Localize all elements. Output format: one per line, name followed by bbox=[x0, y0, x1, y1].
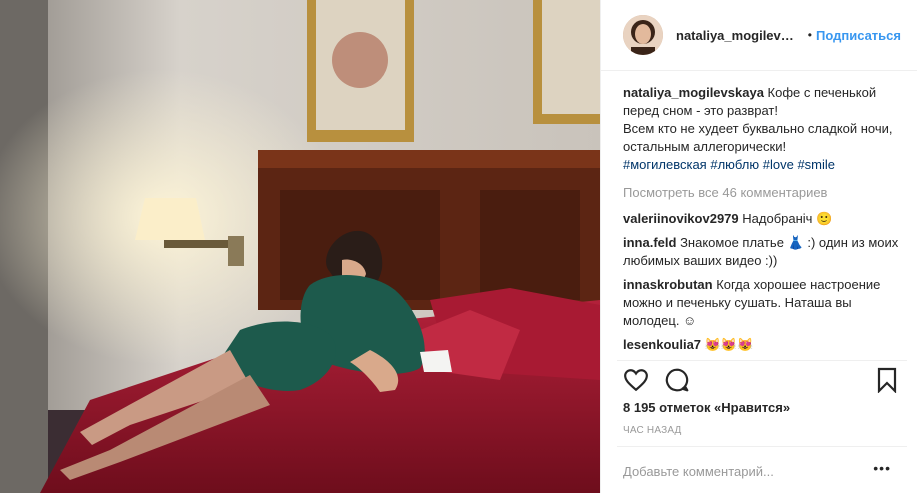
view-all-comments-link[interactable]: Посмотреть все 46 комментариев bbox=[623, 184, 903, 202]
comment-icon[interactable] bbox=[664, 367, 690, 393]
avatar-image bbox=[623, 15, 663, 55]
more-icon[interactable]: ••• bbox=[873, 460, 891, 476]
comment: lesenkoulia7 😻😻😻 bbox=[623, 336, 903, 354]
comment: valeriinovikov2979 Надобранiч 🙂 bbox=[623, 210, 903, 228]
comment: innaskrobutan Когда хорошее настроение м… bbox=[623, 276, 903, 330]
post-username[interactable]: nataliya_mogilevsk... bbox=[676, 28, 798, 43]
likes-count[interactable]: 8 195 отметок «Нравится» bbox=[623, 400, 790, 415]
caption-hashtags: #могилевская #люблю #love #smile bbox=[623, 156, 903, 174]
hashtag-link[interactable]: #люблю bbox=[710, 157, 759, 172]
heart-icon[interactable] bbox=[623, 367, 649, 393]
comments-section: nataliya_mogilevskaya Кофе с печенькой п… bbox=[623, 84, 903, 360]
post-sidebar: nataliya_mogilevsk... • Подписаться nata… bbox=[600, 0, 917, 493]
hashtag-link[interactable]: #love bbox=[763, 157, 794, 172]
comment-input[interactable]: Добавьте комментарий... bbox=[623, 464, 774, 479]
hashtag-link[interactable]: #smile bbox=[797, 157, 835, 172]
add-comment-bar: Добавьте комментарий... ••• bbox=[617, 446, 907, 494]
comment-text: 😻😻😻 bbox=[704, 337, 754, 352]
post-photo[interactable] bbox=[0, 0, 600, 493]
follow-button[interactable]: Подписаться bbox=[816, 28, 901, 43]
comment-username[interactable]: lesenkoulia7 bbox=[623, 337, 701, 352]
caption-username[interactable]: nataliya_mogilevskaya bbox=[623, 85, 764, 100]
post-time[interactable]: ЧАС НАЗАД bbox=[623, 425, 682, 436]
bookmark-icon[interactable] bbox=[875, 367, 899, 393]
action-bar bbox=[617, 360, 907, 401]
comment-username[interactable]: innaskrobutan bbox=[623, 277, 713, 292]
bedroom-photo bbox=[0, 0, 600, 493]
avatar[interactable] bbox=[623, 15, 663, 55]
separator-dot: • bbox=[807, 28, 812, 42]
post-header: nataliya_mogilevsk... • Подписаться bbox=[601, 0, 917, 71]
comment-username[interactable]: inna.feld bbox=[623, 235, 676, 250]
caption: nataliya_mogilevskaya Кофе с печенькой п… bbox=[623, 84, 903, 174]
comment-text: Надобранiч 🙂 bbox=[742, 211, 833, 226]
comment-username[interactable]: valeriinovikov2979 bbox=[623, 211, 739, 226]
hashtag-link[interactable]: #могилевская bbox=[623, 157, 707, 172]
comment: inna.feld Знакомое платье 👗 :) один из м… bbox=[623, 234, 903, 270]
instagram-post: nataliya_mogilevsk... • Подписаться nata… bbox=[0, 0, 918, 493]
